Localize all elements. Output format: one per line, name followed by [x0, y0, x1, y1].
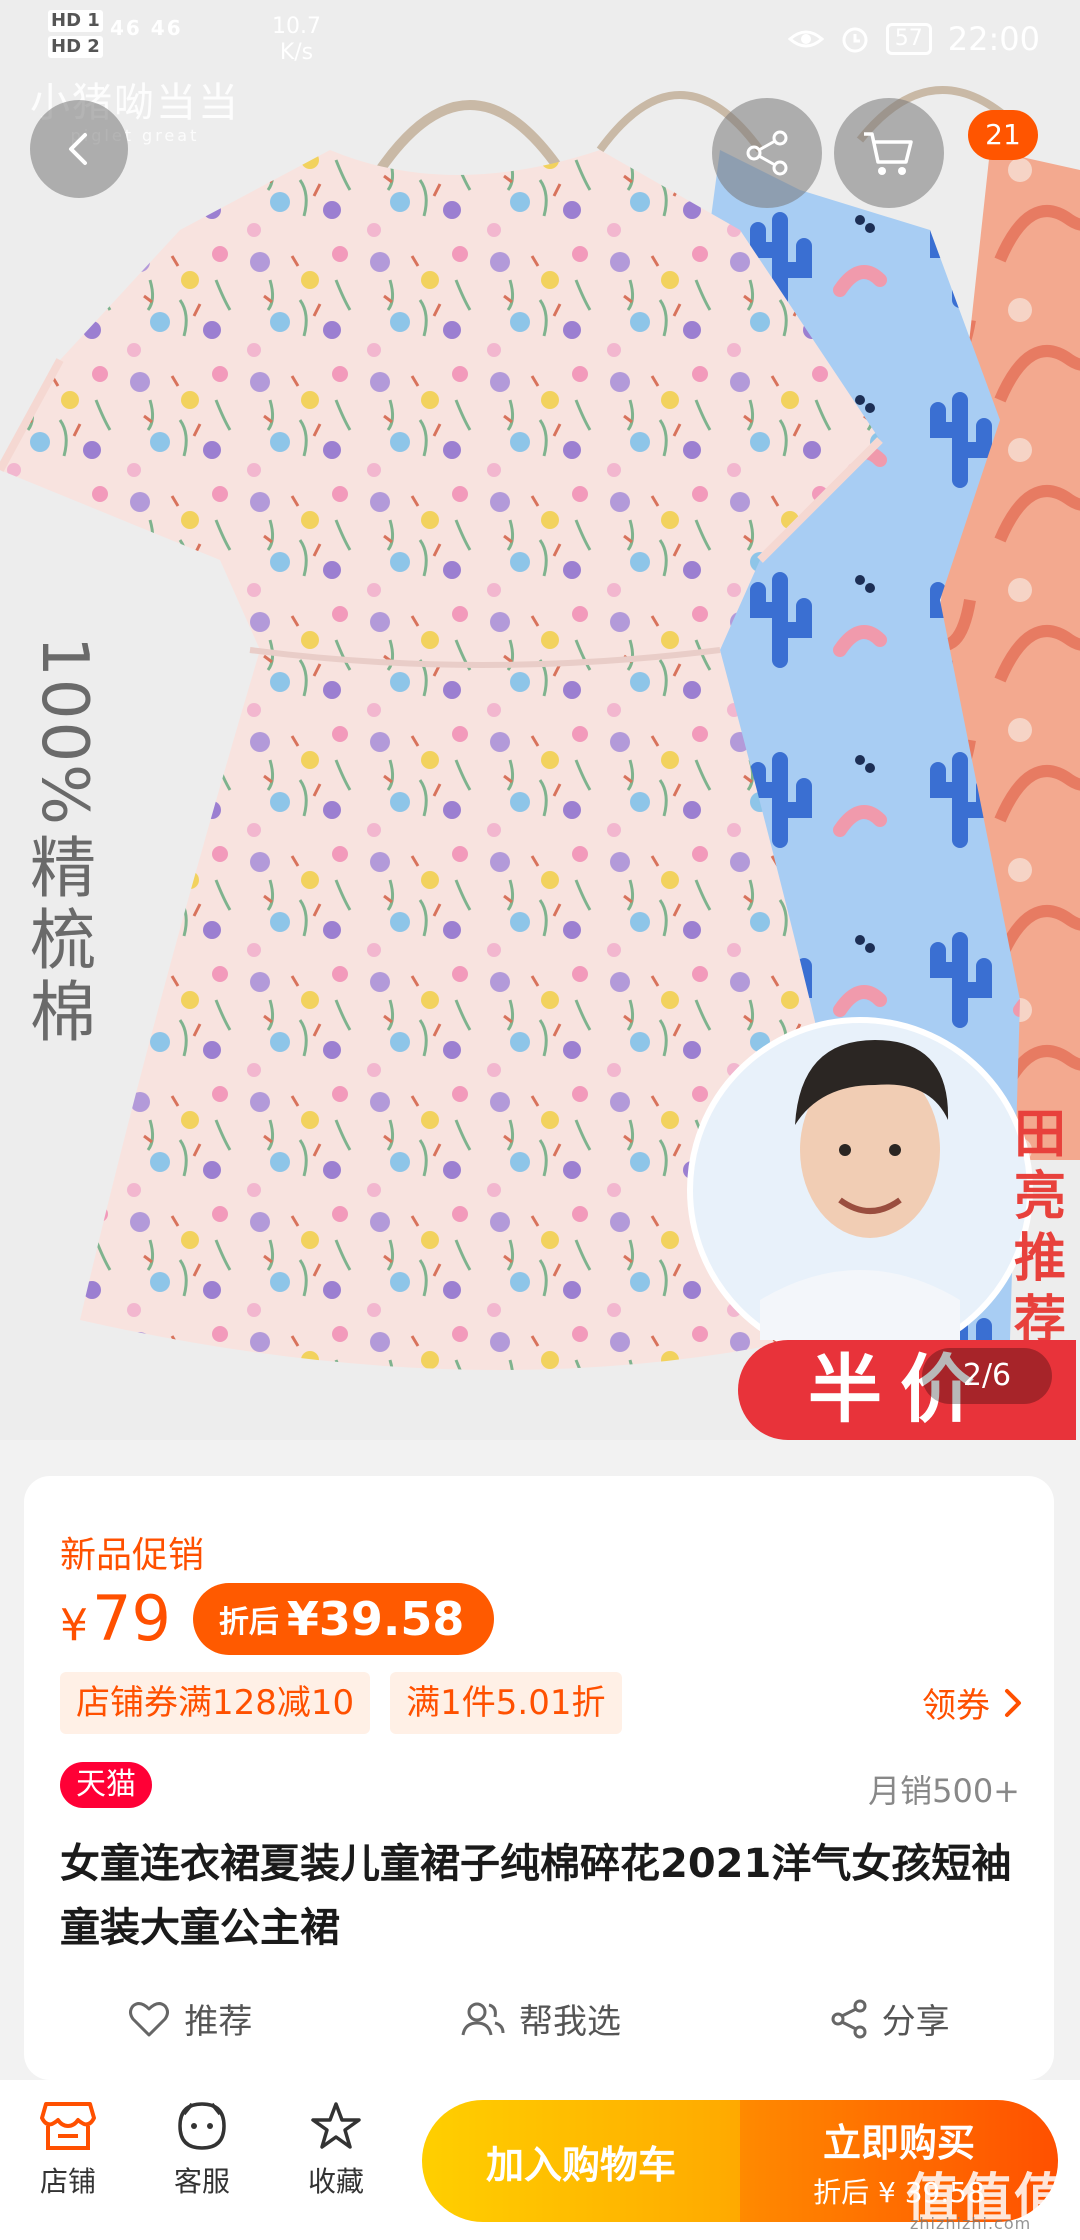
recommend-label: 推荐	[184, 2002, 253, 2042]
clock: 22:00	[947, 20, 1040, 58]
share-action-button[interactable]: 分享	[830, 1994, 950, 2043]
shop-icon	[40, 2102, 96, 2150]
chevron-left-icon	[69, 133, 87, 165]
favorite-button[interactable]: 收藏	[276, 2100, 396, 2200]
after-discount-value: ¥39.58	[286, 1591, 465, 1646]
alarm-icon	[842, 27, 868, 53]
get-coupon-label: 领券	[922, 1686, 990, 1726]
cotton-char: 棉	[30, 973, 96, 1051]
image-page-indicator: 2/6	[922, 1348, 1052, 1404]
endorser-char: 推	[1013, 1229, 1066, 1289]
customer-service-button[interactable]: 客服	[142, 2100, 262, 2200]
shop-button[interactable]: 店铺	[8, 2100, 128, 2200]
favorite-label: 收藏	[307, 2165, 364, 2198]
promo-title: 新品促销	[60, 1535, 205, 1576]
product-title: 女童连衣裙夏装儿童裙子纯棉碎花2021洋气女孩短袖童装大童公主裙	[60, 1841, 1012, 1951]
after-discount-price: 折后 ¥39.58	[192, 1582, 495, 1655]
sim-indicator: HD 1 HD 2	[48, 10, 103, 62]
heart-icon	[129, 2001, 170, 2036]
share-button[interactable]	[712, 98, 822, 208]
share-label: 分享	[881, 2002, 950, 2042]
coupon-tag[interactable]: 店铺券满128减10	[60, 1672, 371, 1734]
network-speed: 10.7 K/s	[272, 14, 321, 66]
shop-label: 店铺	[39, 2165, 96, 2198]
cart-count-badge: 21	[968, 110, 1038, 160]
status-bar: HD 1 HD 2 46 46 10.7 K/s 57 22:00	[0, 0, 1080, 80]
coupon-tag[interactable]: 满1件5.01折	[390, 1672, 622, 1734]
customer-service-icon	[178, 2102, 226, 2150]
back-button[interactable]	[30, 100, 128, 198]
price-row: ¥ 79 折后 ¥39.58	[60, 1582, 495, 1655]
cart-icon	[864, 132, 913, 175]
endorser-label: 田 亮 推 荐	[1010, 1104, 1070, 1352]
recommend-button[interactable]: 推荐	[128, 1994, 252, 2043]
speed-unit: K/s	[279, 40, 314, 65]
customer-service-label: 客服	[173, 2165, 230, 2198]
get-coupon-button[interactable]: 领券	[922, 1678, 1022, 1727]
share-icon	[831, 1999, 867, 2038]
speed-value: 10.7	[272, 14, 321, 39]
cotton-char: 梳	[30, 901, 96, 979]
product-image-gallery[interactable]: HD 1 HD 2 46 46 10.7 K/s 57 22:00 小猪呦当当 …	[0, 0, 1080, 1440]
help-choose-label: 帮我选	[518, 2002, 621, 2042]
watermark-url: zhizhizhi.com	[910, 2214, 1032, 2233]
cart-button[interactable]	[834, 98, 944, 208]
add-to-cart-button[interactable]: 加入购物车	[422, 2100, 740, 2222]
currency-symbol: ¥	[60, 1600, 88, 1651]
chevron-right-icon	[1005, 1688, 1021, 1717]
help-choose-button[interactable]: 帮我选	[461, 1994, 621, 2043]
sim-2-label: HD 2	[48, 36, 103, 58]
monthly-sales: 月销500+	[868, 1772, 1020, 1810]
status-icons: 57 22:00	[787, 20, 1040, 58]
action-row: 推荐 帮我选 分享	[24, 1994, 1054, 2043]
tmall-badge: 天猫	[60, 1762, 152, 1808]
after-discount-label: 折后	[218, 1604, 279, 1640]
battery-level: 57	[885, 23, 932, 55]
people-icon	[461, 2002, 505, 2035]
product-photo	[0, 0, 1080, 1440]
price: 79	[92, 1582, 171, 1655]
share-icon	[746, 130, 788, 176]
cotton-percent: 100%	[27, 636, 101, 827]
endorser-char: 亮	[1013, 1167, 1066, 1227]
star-icon	[311, 2102, 361, 2149]
signal-text: 46 46	[110, 16, 183, 40]
eye-icon	[787, 30, 824, 48]
endorser-char: 田	[1013, 1105, 1066, 1165]
coupon-list: 店铺券满128减10 满1件5.01折	[60, 1672, 622, 1734]
product-info-card: 新品促销 ¥ 79 折后 ¥39.58 店铺券满128减10 满1件5.01折 …	[24, 1476, 1054, 2080]
sim-1-label: HD 1	[48, 10, 103, 32]
cotton-char: 精	[30, 829, 96, 907]
cotton-tag: 100% 精 梳 棉	[27, 636, 101, 1051]
